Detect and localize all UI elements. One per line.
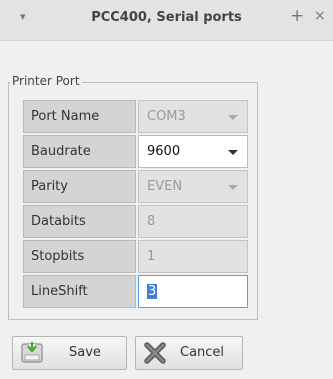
title-bar: ▾ PCC400, Serial ports + × — [0, 0, 333, 41]
parity-select[interactable]: EVEN — [138, 170, 248, 203]
port-name-select[interactable]: COM3 — [138, 100, 248, 133]
save-button-label: Save — [69, 345, 101, 360]
save-button[interactable]: Save — [12, 336, 127, 370]
save-disk-icon — [21, 341, 43, 368]
printer-port-group-label: Printer Port — [10, 74, 82, 88]
lineshift-value: 3 — [147, 284, 158, 299]
dropdown-arrow-icon — [228, 115, 238, 120]
baudrate-select[interactable]: 9600 — [138, 135, 248, 168]
cancel-button[interactable]: Cancel — [135, 336, 243, 370]
parity-value: EVEN — [147, 179, 183, 194]
window-title: PCC400, Serial ports — [91, 10, 242, 25]
add-icon[interactable]: + — [290, 6, 304, 26]
databits-row: Databits 8 — [23, 205, 248, 238]
baudrate-label: Baudrate — [23, 135, 136, 168]
databits-label: Databits — [23, 205, 136, 238]
baudrate-value: 9600 — [147, 144, 181, 159]
baudrate-row: Baudrate 9600 — [23, 135, 248, 168]
stopbits-label: Stopbits — [23, 240, 136, 273]
parity-label: Parity — [23, 170, 136, 203]
databits-field[interactable]: 8 — [138, 205, 248, 238]
lineshift-label: LineShift — [23, 275, 136, 308]
stopbits-row: Stopbits 1 — [23, 240, 248, 273]
cancel-x-icon — [144, 342, 166, 368]
parity-row: Parity EVEN — [23, 170, 248, 203]
port-name-value: COM3 — [147, 109, 186, 124]
port-name-row: Port Name COM3 — [23, 100, 248, 133]
port-name-label: Port Name — [23, 100, 136, 133]
dropdown-arrow-icon — [228, 150, 238, 155]
stopbits-field[interactable]: 1 — [138, 240, 248, 273]
lineshift-field[interactable]: 3 — [138, 275, 248, 308]
lineshift-row: LineShift 3 — [23, 275, 248, 308]
close-icon[interactable]: × — [314, 8, 326, 24]
dropdown-arrow-icon — [228, 185, 238, 190]
cancel-button-label: Cancel — [180, 345, 225, 360]
